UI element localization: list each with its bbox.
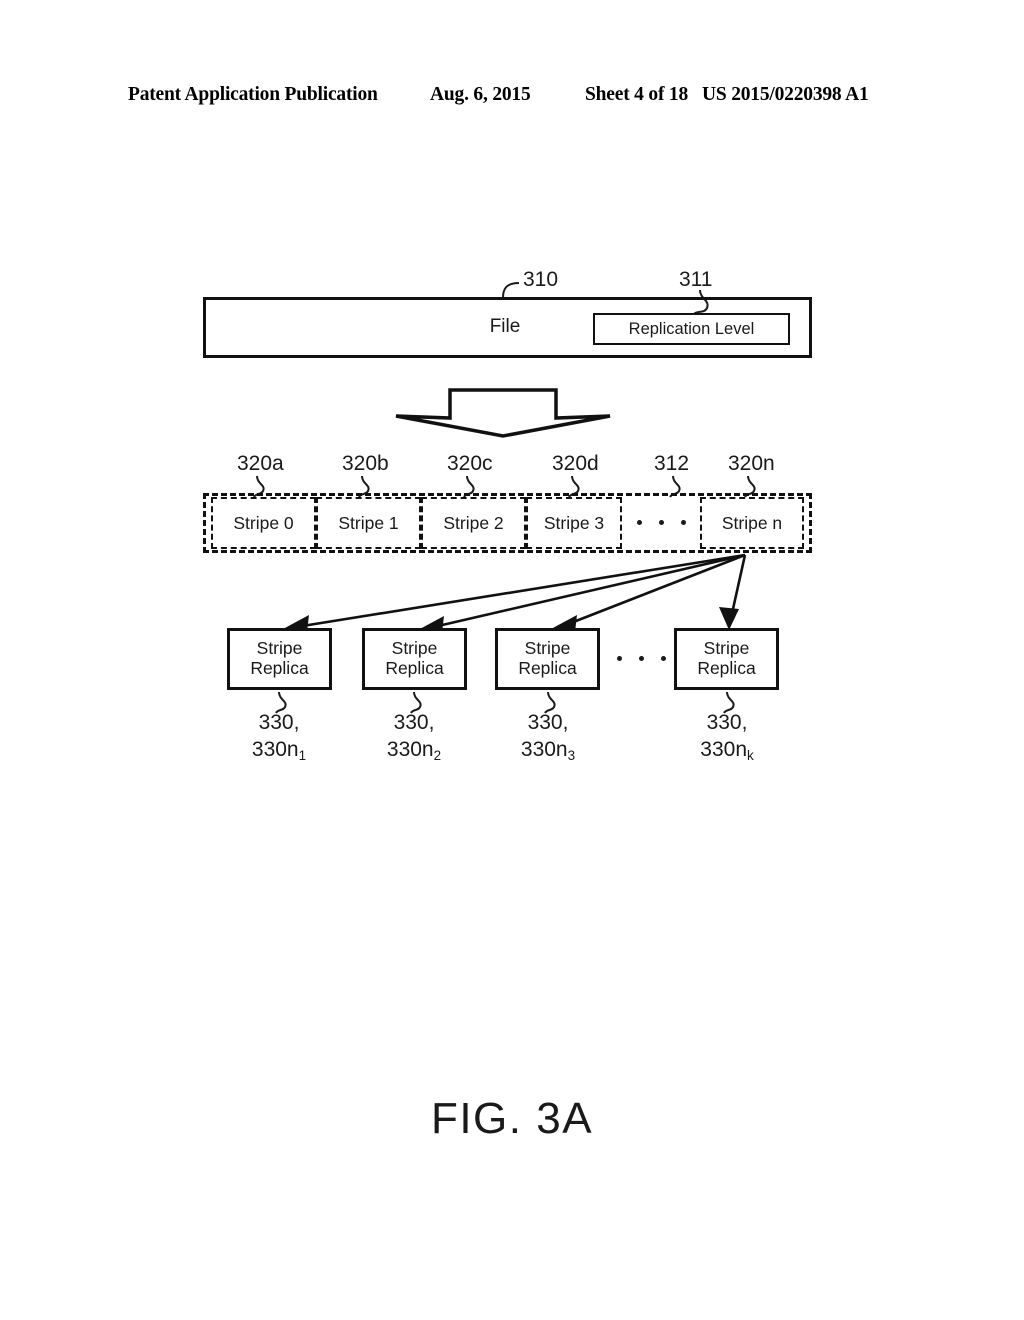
file-label: File: [489, 316, 521, 337]
stripe-label-2: Stripe 2: [443, 512, 504, 533]
stripe-replica-label-2-line2: Replica: [385, 658, 444, 678]
ref-label-330n2-line2: 330n2: [386, 737, 442, 763]
ref-label-330n1-line2: 330n1: [251, 737, 307, 763]
split-arrow: [395, 388, 611, 438]
leader-line-310: [502, 282, 520, 299]
stripe-box-n: Stripe n: [700, 497, 804, 549]
stripe-ellipsis-dot-3: [681, 520, 686, 525]
ref-label-320c: 320c: [447, 452, 493, 475]
replica-ellipsis-dot-2: [639, 656, 644, 661]
stripe-ellipsis: [637, 520, 686, 525]
stripe-ellipsis-dot-2: [659, 520, 664, 525]
stripe-label-3: Stripe 3: [543, 512, 605, 533]
ref-label-320n: 320n: [728, 452, 775, 475]
stripe-replica-label-3-line2: Replica: [518, 658, 577, 678]
figure-caption: FIG. 3A: [430, 1094, 594, 1143]
ref-label-330n3-line2: 330n3: [520, 737, 576, 763]
patent-figure-3a: File Replication Level 310 311 Stripe 0 …: [0, 0, 1024, 1320]
stripe-replica-box-3: Stripe Replica: [495, 628, 600, 690]
ref-label-310: 310: [523, 268, 559, 291]
ref-label-330n3-line1: 330,: [527, 711, 569, 734]
ref-label-330nk-line1: 330,: [706, 711, 748, 734]
ref-label-330nk: 330, 330nk: [667, 710, 787, 764]
ref-label-320b: 320b: [342, 452, 389, 475]
ref-label-320d: 320d: [552, 452, 599, 475]
ref-label-312: 312: [654, 452, 690, 475]
stripe-box-3: Stripe 3: [526, 497, 622, 549]
stripe-replica-label-3-line1: Stripe: [524, 638, 571, 659]
stripe-replica-label-1-line2: Replica: [250, 658, 309, 678]
replica-ellipsis-dot-3: [661, 656, 666, 661]
stripe-replica-label-k-line2: Replica: [697, 658, 756, 678]
stripe-box-2: Stripe 2: [421, 497, 526, 549]
replica-ellipsis: [617, 656, 666, 661]
replication-level-label: Replication Level: [628, 319, 755, 338]
replica-arrows: [289, 553, 747, 631]
stripe-replica-box-2: Stripe Replica: [362, 628, 467, 690]
stripe-replica-box-1: Stripe Replica: [227, 628, 332, 690]
ref-label-330n2: 330, 330n2: [354, 710, 474, 764]
stripe-replica-label-k-line1: Stripe: [703, 638, 750, 659]
ref-label-311: 311: [679, 268, 713, 291]
stripe-label-0: Stripe 0: [233, 512, 294, 533]
ref-label-320a: 320a: [237, 452, 284, 475]
ref-label-330n2-line1: 330,: [393, 711, 435, 734]
stripe-box-0: Stripe 0: [211, 497, 316, 549]
stripe-label-n: Stripe n: [721, 512, 783, 533]
replica-ellipsis-dot-1: [617, 656, 622, 661]
stripe-box-1: Stripe 1: [316, 497, 421, 549]
stripe-replica-label-2-line1: Stripe: [391, 638, 438, 659]
stripe-ellipsis-dot-1: [637, 520, 642, 525]
stripe-replica-label-1-line1: Stripe: [256, 638, 303, 659]
stripe-replica-box-k: Stripe Replica: [674, 628, 779, 690]
ref-label-330nk-line2: 330nk: [700, 737, 754, 763]
replication-level-block: Replication Level: [593, 313, 790, 345]
ref-label-330n1-line1: 330,: [258, 711, 300, 734]
ref-label-330n3: 330, 330n3: [488, 710, 608, 764]
stripe-label-1: Stripe 1: [338, 512, 399, 533]
ref-label-330n1: 330, 330n1: [219, 710, 339, 764]
